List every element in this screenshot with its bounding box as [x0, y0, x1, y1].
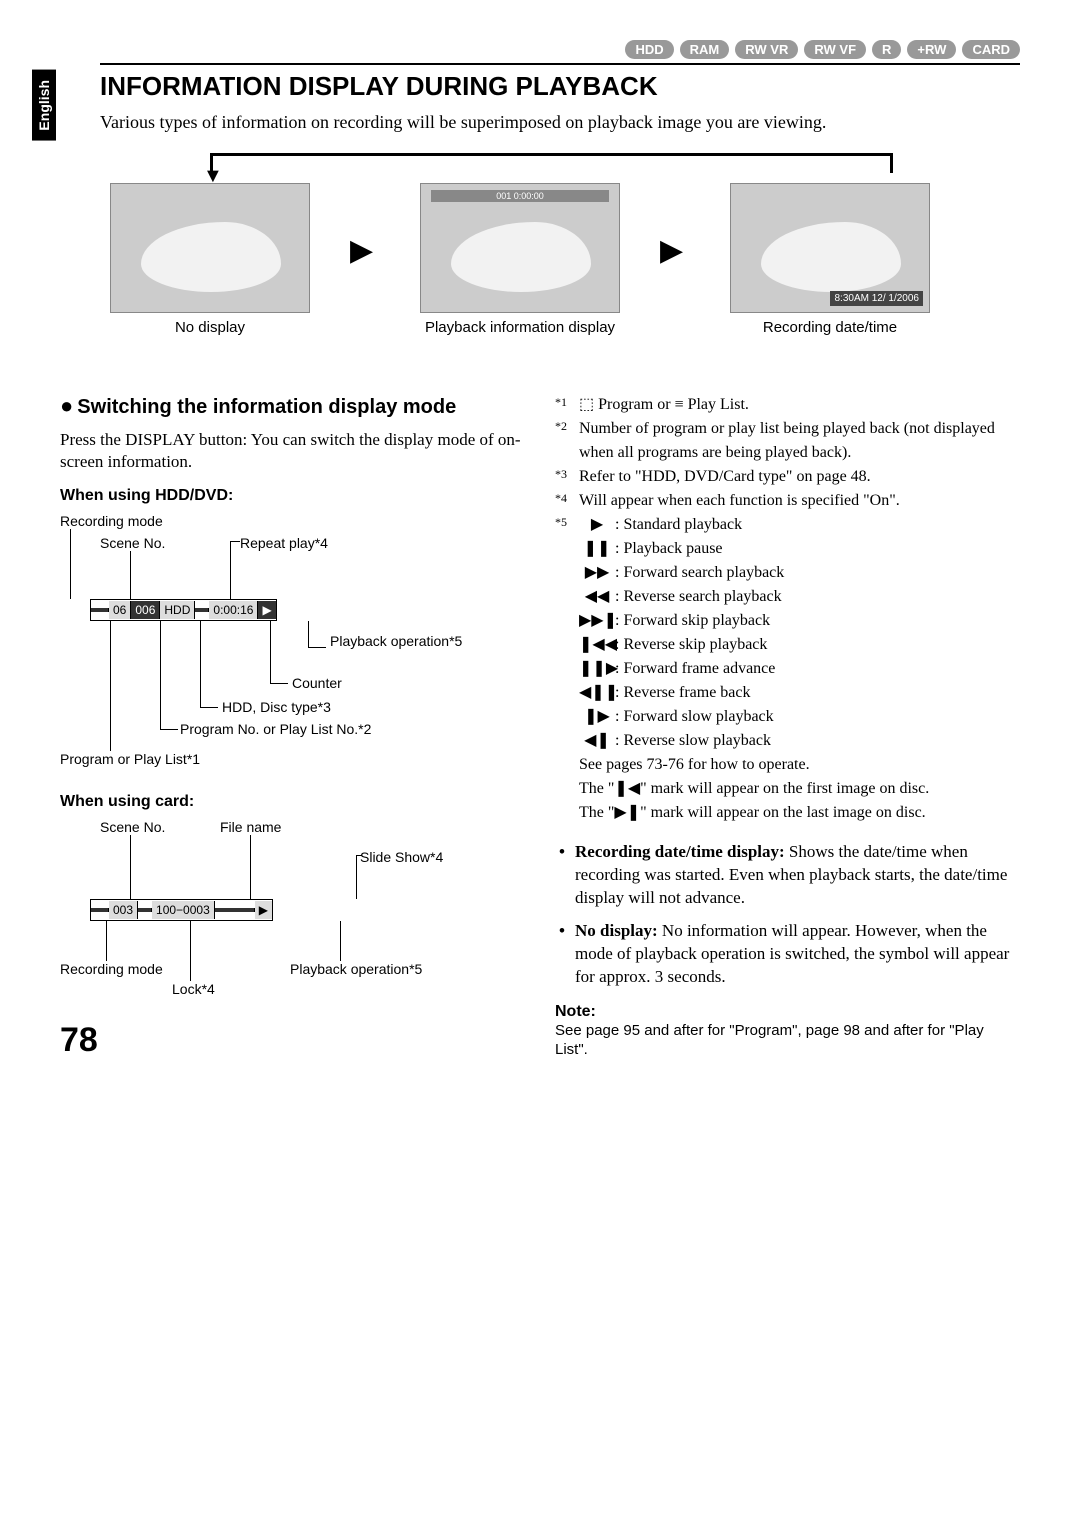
note-heading: Note: [555, 1003, 1020, 1021]
badge-hdd: HDD [625, 40, 673, 59]
skip-back-icon: ❚◀◀ [579, 633, 615, 657]
frame-fwd-icon: ❚❚▶ [579, 657, 615, 681]
skip-fwd-icon: ▶▶❚ [579, 609, 615, 633]
badge-rwvr: RW VR [735, 40, 798, 59]
pause-icon: ❚❚ [579, 537, 615, 561]
screen-playback-info: 001 0:00:00 [420, 183, 620, 313]
right-arrow-icon: ▶ [350, 233, 373, 268]
switching-text: Press the DISPLAY button: You can switch… [60, 429, 525, 473]
rew-icon: ◀◀ [579, 585, 615, 609]
program-icon: ⬚ [579, 396, 598, 413]
media-badges: HDD RAM RW VR RW VF R +RW CARD [60, 40, 1020, 59]
switching-heading: ●Switching the information display mode [60, 393, 525, 419]
ffwd-icon: ▶▶ [579, 561, 615, 585]
osd-overlay: 001 0:00:00 [431, 190, 609, 202]
play-icon: ▶ [579, 513, 615, 537]
label-program-or: Program or Play List*1 [60, 751, 200, 767]
intro-text: Various types of information on recordin… [100, 112, 1020, 133]
right-arrow-icon: ▶ [660, 233, 683, 268]
caption-no-display: No display [110, 319, 310, 336]
slow-back-icon: ◀❚ [579, 729, 615, 753]
label-scene-no: Scene No. [100, 535, 165, 551]
display-cycle-diagram: ▼ No display ▶ 001 0:00:00 Playback info… [100, 153, 1020, 383]
label-program-no: Program No. or Play List No.*2 [180, 721, 371, 737]
osd-bar: 06 006 HDD 0:00:16 ▶ [90, 599, 277, 621]
label-playback-op: Playback operation*5 [330, 633, 462, 649]
caption-playback-info: Playback information display [420, 319, 620, 336]
label-recording-mode-card: Recording mode [60, 961, 163, 977]
page-number: 78 [60, 1021, 98, 1060]
page-title: INFORMATION DISPLAY DURING PLAYBACK [100, 63, 1020, 102]
osd-bar-card: 003 100−0003 ▶ [90, 899, 273, 921]
hdd-heading: When using HDD/DVD: [60, 487, 525, 505]
label-file-name: File name [220, 819, 281, 835]
label-counter: Counter [292, 675, 342, 691]
slow-fwd-icon: ❚▶ [579, 705, 615, 729]
label-slide-show: Slide Show*4 [360, 849, 443, 865]
label-playback-op-card: Playback operation*5 [290, 961, 422, 977]
badge-r: R [872, 40, 901, 59]
footnote-list: *1⬚ Program or ≡ Play List. *2Number of … [555, 393, 1020, 825]
card-heading: When using card: [60, 793, 525, 811]
label-disc-type: HDD, Disc type*3 [222, 699, 331, 715]
bullet-notes: Recording date/time display: Shows the d… [559, 841, 1020, 989]
osd-datetime: 8:30AM 12/ 1/2006 [830, 291, 923, 306]
hdd-diagram: Recording mode Scene No. Repeat play*4 0… [60, 513, 525, 773]
screen-datetime: 8:30AM 12/ 1/2006 [730, 183, 930, 313]
label-recording-mode: Recording mode [60, 513, 163, 529]
badge-rwvf: RW VF [804, 40, 866, 59]
language-tab: English [32, 70, 56, 141]
badge-card: CARD [962, 40, 1020, 59]
caption-datetime: Recording date/time [730, 319, 930, 336]
note-text: See page 95 and after for "Program", pag… [555, 1021, 1020, 1060]
badge-prw: +RW [907, 40, 956, 59]
label-lock: Lock*4 [172, 981, 215, 997]
label-repeat: Repeat play*4 [240, 535, 328, 551]
badge-ram: RAM [680, 40, 730, 59]
frame-back-icon: ◀❚❚ [579, 681, 615, 705]
screen-no-display [110, 183, 310, 313]
card-diagram: Scene No. File name Slide Show*4 003 100… [60, 819, 525, 1029]
label-scene-no-card: Scene No. [100, 819, 165, 835]
